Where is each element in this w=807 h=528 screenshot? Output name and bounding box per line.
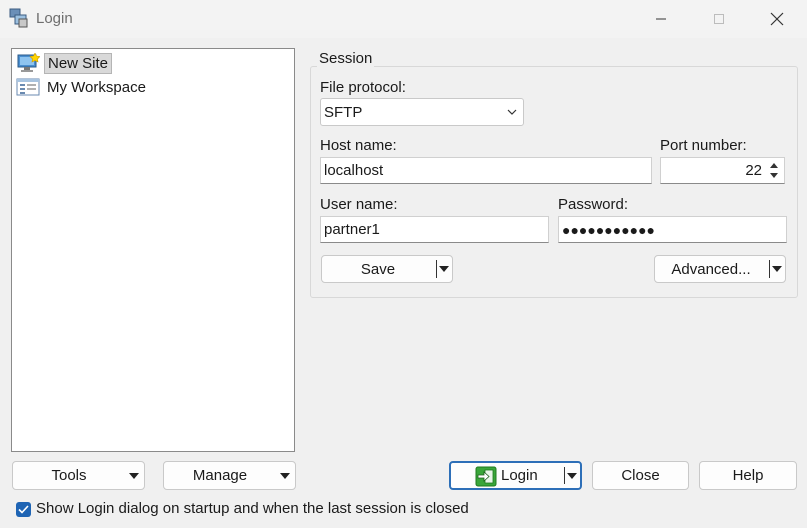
site-tree[interactable]: New Site My Workspace xyxy=(11,48,295,452)
save-button-label: Save xyxy=(360,260,396,278)
tools-button-label: Tools xyxy=(51,467,87,484)
spin-down-icon[interactable] xyxy=(770,173,778,178)
window-title: Login xyxy=(36,10,73,27)
file-protocol-select[interactable]: SFTP xyxy=(320,98,524,126)
chevron-down-icon xyxy=(507,109,517,115)
help-button[interactable]: Help xyxy=(699,461,797,490)
split-divider xyxy=(769,260,770,278)
file-protocol-label: File protocol: xyxy=(320,79,406,96)
dropdown-arrow-icon[interactable] xyxy=(567,473,577,479)
port-number-value: 22 xyxy=(745,162,762,179)
advanced-split-button[interactable]: Advanced... xyxy=(654,255,786,283)
close-button-label: Close xyxy=(621,467,660,484)
host-name-value: localhost xyxy=(324,162,384,179)
password-label: Password: xyxy=(558,196,629,213)
user-name-label: User name: xyxy=(320,196,398,213)
save-split-button[interactable]: Save xyxy=(321,255,453,283)
host-name-input[interactable]: localhost xyxy=(320,157,652,184)
split-divider xyxy=(564,467,565,484)
session-legend: Session xyxy=(317,50,375,67)
login-button-label: Login xyxy=(501,467,538,484)
advanced-button-label: Advanced... xyxy=(671,260,751,278)
host-name-label: Host name: xyxy=(320,137,397,154)
window-close-button[interactable] xyxy=(754,5,800,33)
maximize-icon xyxy=(714,14,724,24)
manage-button-label: Manage xyxy=(192,467,248,484)
login-icon xyxy=(475,466,497,487)
workspace-folder-icon xyxy=(16,78,40,96)
port-number-label: Port number: xyxy=(660,137,747,154)
dropdown-arrow-icon xyxy=(129,473,139,479)
login-split-button[interactable]: Login xyxy=(449,461,582,490)
user-name-input[interactable]: partner1 xyxy=(320,216,549,243)
dropdown-arrow-icon[interactable] xyxy=(439,266,449,272)
port-number-input[interactable]: 22 xyxy=(660,157,785,184)
dropdown-arrow-icon[interactable] xyxy=(772,266,782,272)
dropdown-arrow-icon xyxy=(280,473,290,479)
minimize-button[interactable] xyxy=(638,5,684,33)
title-bar xyxy=(0,0,807,38)
checkmark-icon xyxy=(18,505,29,514)
tree-item-label: New Site xyxy=(44,52,113,74)
password-input[interactable]: ●●●●●●●●●●● xyxy=(558,216,787,243)
file-protocol-value: SFTP xyxy=(324,103,363,121)
monitor-star-icon xyxy=(17,53,40,72)
password-value: ●●●●●●●●●●● xyxy=(562,221,656,238)
manage-button[interactable]: Manage xyxy=(163,461,296,490)
minimize-icon xyxy=(656,18,666,20)
show-login-checkbox-label[interactable]: Show Login dialog on startup and when th… xyxy=(36,500,469,517)
user-name-value: partner1 xyxy=(324,221,380,238)
close-icon xyxy=(770,12,784,26)
tree-item-my-workspace[interactable]: My Workspace xyxy=(16,76,149,98)
split-divider xyxy=(436,260,437,278)
show-login-checkbox[interactable] xyxy=(16,502,31,517)
maximize-button[interactable] xyxy=(696,5,742,33)
port-spinner[interactable] xyxy=(767,160,782,181)
tree-item-label: My Workspace xyxy=(47,78,146,96)
app-icon xyxy=(9,8,29,28)
tree-item-new-site[interactable]: New Site xyxy=(16,52,113,74)
close-button[interactable]: Close xyxy=(592,461,689,490)
help-button-label: Help xyxy=(732,467,764,484)
tools-button[interactable]: Tools xyxy=(12,461,145,490)
spin-up-icon[interactable] xyxy=(770,163,778,168)
